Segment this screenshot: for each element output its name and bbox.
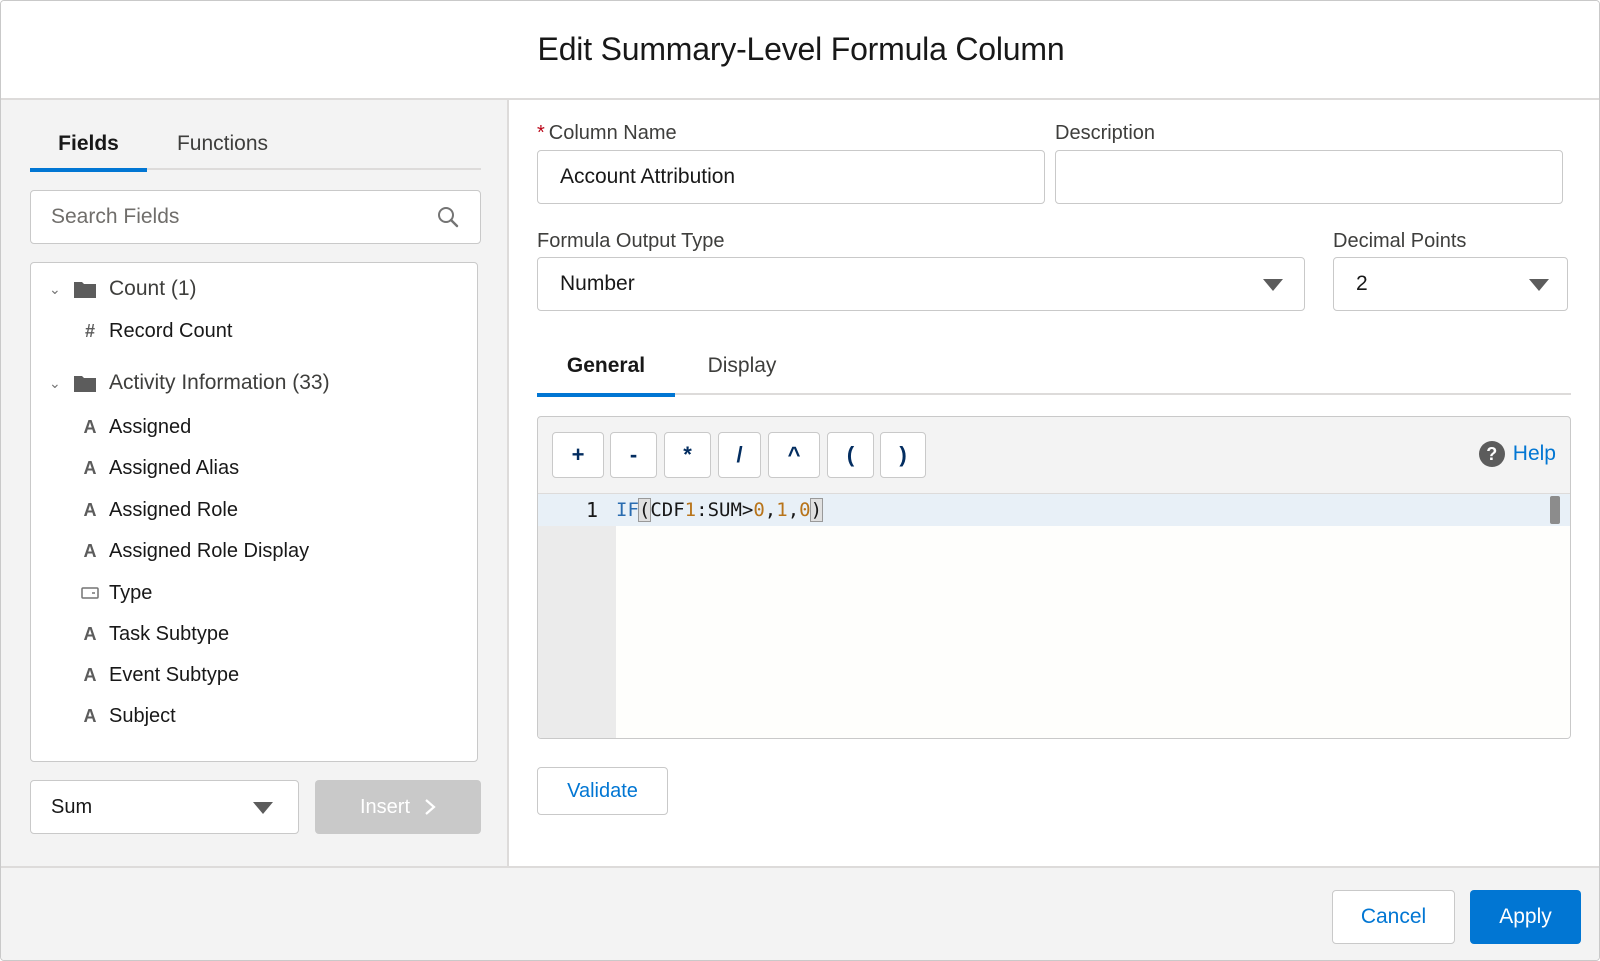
summary-type-value: Sum xyxy=(51,795,93,818)
text-icon: A xyxy=(83,457,97,478)
field-label: Assigned Alias xyxy=(109,456,240,479)
open-paren-operator-button[interactable]: ( xyxy=(827,432,874,478)
apply-button[interactable]: Apply xyxy=(1470,890,1581,944)
description-input[interactable] xyxy=(1055,150,1563,204)
field-label: Assigned Role Display xyxy=(109,539,310,562)
editor-scrollbar[interactable] xyxy=(1550,496,1560,524)
formula-text[interactable]: IF(CDF1:SUM>0,1,0) xyxy=(616,494,824,526)
search-icon xyxy=(438,207,459,228)
tab-fields[interactable]: Fields xyxy=(30,118,147,172)
folder-icon xyxy=(74,376,96,392)
divide-operator-button[interactable]: / xyxy=(718,432,761,478)
field-tree[interactable]: ⌄ Count (1) # Record Count ⌄ Activity In… xyxy=(30,262,478,762)
plus-operator-button[interactable]: + xyxy=(552,432,604,478)
decimal-points-label: Decimal Points xyxy=(1333,230,1467,252)
field-label: Assigned xyxy=(109,415,192,438)
field-label: Assigned Role xyxy=(109,498,238,521)
field-subject[interactable]: A Subject xyxy=(79,696,176,736)
description-label: Description xyxy=(1055,122,1156,144)
line-number: 1 xyxy=(585,498,598,522)
hash-icon: # xyxy=(84,320,95,341)
column-name-value: Account Attribution xyxy=(560,165,736,188)
text-icon: A xyxy=(83,623,97,644)
help-link[interactable]: ? Help xyxy=(1478,441,1556,467)
group-label: Count (1) xyxy=(109,277,197,300)
field-label: Task Subtype xyxy=(109,622,230,645)
caret-down-icon xyxy=(253,802,273,814)
field-label: Record Count xyxy=(109,319,233,342)
formula-tabs: General Display xyxy=(537,337,1571,397)
dialog-title: Edit Summary-Level Formula Column xyxy=(537,31,1065,67)
multiply-operator-button[interactable]: * xyxy=(664,432,711,478)
field-assigned-role-display[interactable]: A Assigned Role Display xyxy=(79,531,310,571)
required-asterisk: * xyxy=(537,122,545,144)
line-gutter xyxy=(538,494,616,738)
tab-display[interactable]: Display xyxy=(687,337,797,395)
help-label: Help xyxy=(1512,442,1556,465)
exponent-operator-button[interactable]: ^ xyxy=(768,432,820,478)
search-input[interactable] xyxy=(51,205,436,229)
caret-down-icon xyxy=(1529,279,1549,291)
operator-toolbar: + - * / ^ ( ) ? Help xyxy=(538,417,1570,493)
group-activity-information[interactable]: ⌄ Activity Information (33) xyxy=(31,363,330,403)
field-label: Subject xyxy=(109,704,176,727)
group-label: Activity Information (33) xyxy=(109,371,330,394)
formula-dialog: Edit Summary-Level Formula Column Fields… xyxy=(0,0,1600,961)
text-icon: A xyxy=(83,705,97,726)
insert-button[interactable]: Insert xyxy=(315,780,481,834)
tab-functions[interactable]: Functions xyxy=(160,118,285,170)
formula-editor: + - * / ^ ( ) ? Help 1 IF(CDF1:SUM>0,1,0… xyxy=(537,416,1571,739)
left-tabs: Fields Functions xyxy=(30,118,481,172)
text-icon: A xyxy=(83,664,97,685)
output-type-label: Formula Output Type xyxy=(537,230,725,252)
column-name-label: * Column Name xyxy=(537,122,677,144)
field-task-subtype[interactable]: A Task Subtype xyxy=(79,614,230,654)
validate-button[interactable]: Validate xyxy=(537,767,668,815)
text-icon: A xyxy=(83,499,97,520)
text-icon: A xyxy=(83,416,97,437)
field-event-subtype[interactable]: A Event Subtype xyxy=(79,655,240,695)
search-fields[interactable] xyxy=(30,190,481,244)
code-area[interactable]: 1 IF(CDF1:SUM>0,1,0) xyxy=(538,493,1570,738)
minus-operator-button[interactable]: - xyxy=(610,432,657,478)
picklist-icon xyxy=(79,583,101,604)
field-label: Event Subtype xyxy=(109,663,240,686)
insert-label: Insert xyxy=(359,795,411,818)
group-count[interactable]: ⌄ Count (1) xyxy=(31,269,197,309)
field-type[interactable]: Type xyxy=(79,573,152,613)
cancel-button[interactable]: Cancel xyxy=(1332,890,1455,944)
chevron-down-icon[interactable]: ⌄ xyxy=(49,375,65,392)
text-icon: A xyxy=(83,540,97,561)
field-record-count[interactable]: # Record Count xyxy=(79,311,232,351)
field-assigned[interactable]: A Assigned xyxy=(79,407,192,447)
summary-type-select[interactable]: Sum xyxy=(30,780,299,834)
chevron-right-icon xyxy=(425,799,436,815)
question-icon: ? xyxy=(1478,441,1505,467)
output-type-value: Number xyxy=(560,272,635,295)
fields-panel: Fields Functions ⌄ Count (1) # Record Co… xyxy=(1,100,509,866)
column-name-input[interactable]: Account Attribution xyxy=(537,150,1045,204)
dialog-footer: Cancel Apply xyxy=(1,866,1599,960)
caret-down-icon xyxy=(1263,279,1283,291)
field-assigned-role[interactable]: A Assigned Role xyxy=(79,490,238,530)
dialog-header: Edit Summary-Level Formula Column xyxy=(1,1,1599,100)
formula-panel: * Column Name Account Attribution Descrip… xyxy=(509,100,1599,866)
field-assigned-alias[interactable]: A Assigned Alias xyxy=(79,448,240,488)
decimal-points-select[interactable]: 2 xyxy=(1333,257,1568,311)
chevron-down-icon[interactable]: ⌄ xyxy=(49,281,65,298)
folder-icon xyxy=(74,282,96,298)
field-label: Type xyxy=(109,581,153,604)
decimal-points-value: 2 xyxy=(1356,272,1368,295)
tab-general[interactable]: General xyxy=(537,337,675,397)
output-type-select[interactable]: Number xyxy=(537,257,1305,311)
close-paren-operator-button[interactable]: ) xyxy=(880,432,926,478)
